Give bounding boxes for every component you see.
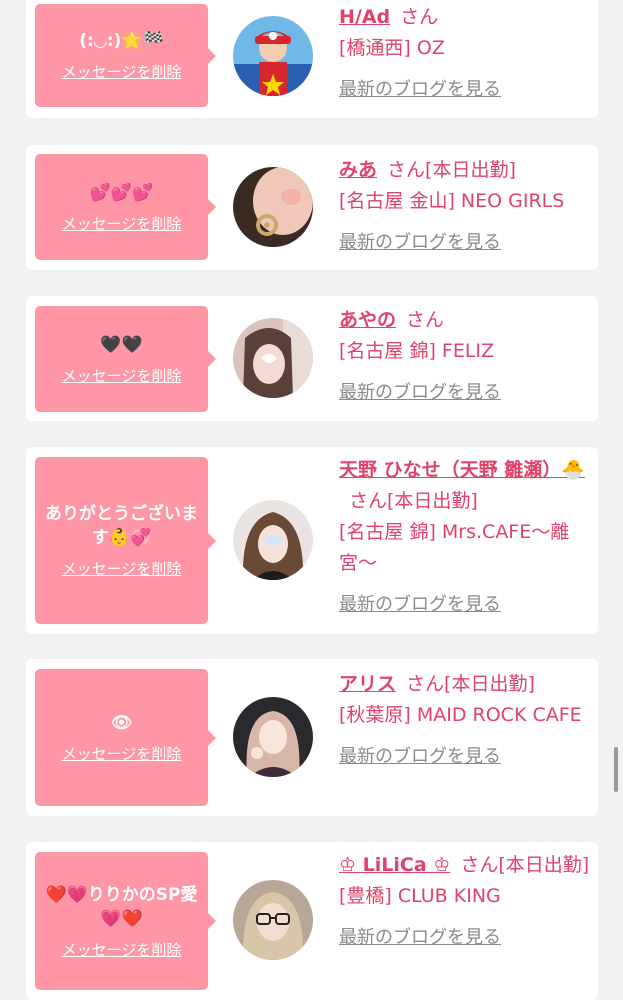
message-text: (:◡:)🌟🏁 [79,31,164,51]
message-card: ❤️💗りりかのSP愛💗❤️ メッセージを削除 ♔ LiLiCa ♔ さん[本日出勤… [26,842,598,1000]
shop-label: [秋葉原] MAID ROCK CAFE [339,704,582,726]
shop-label: [豊橋] CLUB KING [339,885,501,907]
message-text: 💕💕💕 [89,182,154,203]
shop-label: [名古屋 錦] FELIZ [339,340,495,362]
honorific: さん [406,309,445,331]
honorific: さん [406,673,445,695]
girl-info: みあ さん[本日出勤] [名古屋 金山] NEO GIRLS 最新のブログを見る [339,155,591,258]
avatar-image [233,697,313,777]
avatar[interactable] [233,880,313,960]
honorific: さん [460,854,499,876]
avatar[interactable] [233,16,313,96]
message-card: 🖤🖤 メッセージを削除 あやの さん [名古屋 錦] FELIZ 最新のブログを見… [26,296,598,421]
girl-name-link[interactable]: ♔ LiLiCa ♔ [339,854,450,876]
girl-name-link[interactable]: あやの [339,309,396,331]
message-text: 🖤🖤 [100,334,143,355]
latest-blog-link[interactable]: 最新のブログを見る [339,74,501,105]
girl-name-link[interactable]: H/Ad [339,6,390,28]
latest-blog-link[interactable]: 最新のブログを見る [339,227,501,258]
delete-message-link[interactable]: メッセージを削除 [62,365,182,386]
work-status: [本日出勤] [444,673,535,695]
girl-name-link[interactable]: みあ [339,159,377,181]
work-status: [本日出勤] [498,854,590,876]
message-card: (:◡:)🌟🏁 メッセージを削除 H/Ad さん [橋通西] OZ 最新のブログを… [26,0,598,118]
avatar-image [233,880,313,960]
message-card: ありがとうございます👶💞 メッセージを削除 天野 ひなせ（天野 雛瀬）🐣 さん[本… [26,447,598,634]
latest-blog-link[interactable]: 最新のブログを見る [339,377,501,408]
avatar-image [233,318,313,398]
message-text: 👁 [110,713,133,733]
avatar[interactable] [233,167,313,247]
girl-name-link[interactable]: アリス [339,673,396,695]
delete-message-link[interactable]: メッセージを削除 [62,61,182,82]
avatar[interactable] [233,500,313,580]
avatar-image [233,16,313,96]
shop-label: [名古屋 金山] NEO GIRLS [339,190,565,212]
message-bubble: 👁 メッセージを削除 [35,669,216,806]
delete-message-link[interactable]: メッセージを削除 [62,558,182,579]
honorific: さん [349,490,388,512]
work-status: [本日出勤] [387,490,478,512]
girl-name-link[interactable]: 天野 ひなせ（天野 雛瀬）🐣 [339,459,585,481]
latest-blog-link[interactable]: 最新のブログを見る [339,922,501,953]
girl-info: 天野 ひなせ（天野 雛瀬）🐣 さん[本日出勤] [名古屋 錦] Mrs.CAFE〜… [339,455,591,620]
delete-message-link[interactable]: メッセージを削除 [62,939,182,960]
message-bubble: ❤️💗りりかのSP愛💗❤️ メッセージを削除 [35,852,216,990]
message-text: ありがとうございます👶💞 [45,504,198,548]
honorific: さん [387,159,426,181]
message-card: 💕💕💕 メッセージを削除 みあ さん[本日出勤] [名古屋 金山] NEO GIR… [26,145,598,270]
work-status: [本日出勤] [425,159,516,181]
girl-info: アリス さん[本日出勤] [秋葉原] MAID ROCK CAFE 最新のブログを… [339,669,591,772]
latest-blog-link[interactable]: 最新のブログを見る [339,741,501,772]
honorific: さん [400,6,439,28]
message-bubble: ありがとうございます👶💞 メッセージを削除 [35,457,216,624]
scrollbar[interactable] [614,747,618,792]
message-bubble: 🖤🖤 メッセージを削除 [35,306,216,412]
shop-label: [名古屋 錦] Mrs.CAFE〜離宮〜 [339,521,570,574]
latest-blog-link[interactable]: 最新のブログを見る [339,589,501,620]
delete-message-link[interactable]: メッセージを削除 [62,213,182,234]
avatar[interactable] [233,697,313,777]
girl-info: ♔ LiLiCa ♔ さん[本日出勤] [豊橋] CLUB KING 最新のブログ… [339,850,591,953]
message-text: ❤️💗りりかのSP愛💗❤️ [45,884,198,929]
shop-label: [橋通西] OZ [339,37,445,59]
message-bubble: (:◡:)🌟🏁 メッセージを削除 [35,4,216,107]
avatar[interactable] [233,318,313,398]
girl-info: あやの さん [名古屋 錦] FELIZ 最新のブログを見る [339,305,591,408]
delete-message-link[interactable]: メッセージを削除 [62,743,182,764]
avatar-image [233,500,313,580]
avatar-image [233,167,313,247]
girl-info: H/Ad さん [橋通西] OZ 最新のブログを見る [339,2,591,105]
message-card: 👁 メッセージを削除 アリス さん[本日出勤] [秋葉原] MAID ROCK C… [26,659,598,816]
message-bubble: 💕💕💕 メッセージを削除 [35,154,216,260]
